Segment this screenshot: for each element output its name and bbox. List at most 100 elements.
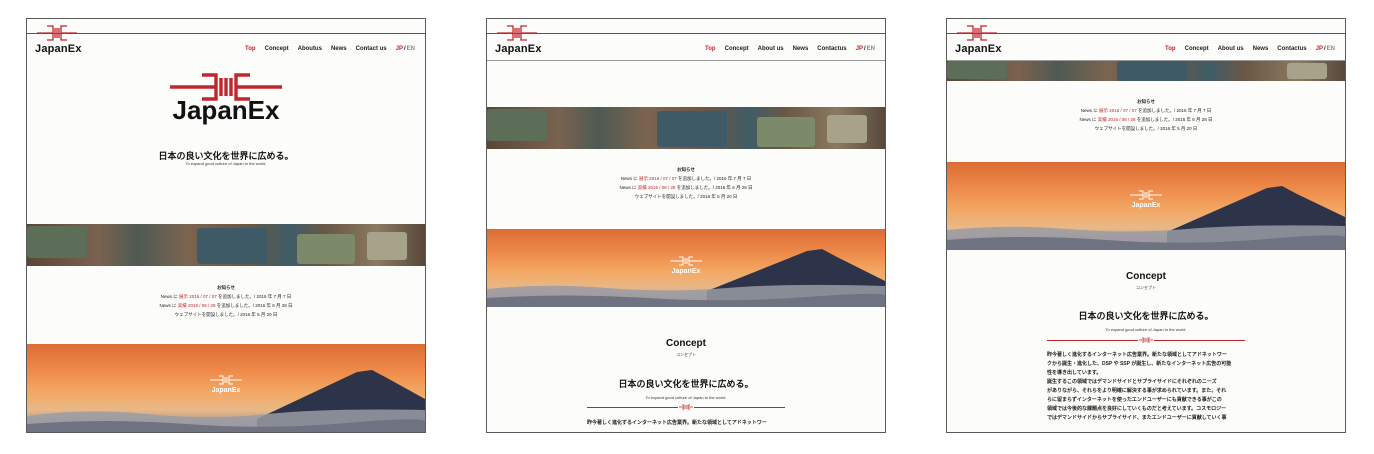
banner-brand: JapanEx [671,268,701,275]
news-item: News に 実績 2016 / 06 / 28 を追加しました。/ 2016 … [27,301,425,310]
lang-separator: / [403,46,406,52]
paragraph-line: 領域では今後的な課題点を良好にしていくものだと考えています。コスモロジー [1047,406,1227,412]
news-item-prefix: News に [619,185,638,190]
news-item-suffix: を追加しました。/ 2016 年 7 月 7 日 [216,294,292,299]
header-rule [487,33,885,34]
lang-en-link[interactable]: EN [407,46,415,52]
lang-jp-link[interactable]: JP [396,46,403,52]
nav-news[interactable]: News [793,46,809,52]
nav-about[interactable]: About us [1218,46,1244,52]
concept-tagline-jp: 日本の良い文化を世界に広める。 [1078,312,1214,322]
nav-about[interactable]: Aboutus [298,46,322,52]
concept-paragraph: 昨今著しく進化するインターネット広告業界。新たな領域としてアドネットワー [587,420,767,426]
nav-news[interactable]: News [1253,46,1269,52]
concept-subtitle: コンセプト [1136,285,1156,290]
ceramics-photo [487,107,885,149]
language-switch: JP / EN [856,46,875,52]
language-switch: JP / EN [1316,46,1335,52]
brand-logo-text[interactable]: JapanEx [35,43,82,55]
news-heading: お知らせ [217,285,235,290]
lang-separator: / [1323,46,1326,52]
banner-logo-icon [210,375,242,385]
header-rule [947,33,1345,34]
brand-logo-text[interactable]: JapanEx [495,43,542,55]
news-item-text: ウェブサイトを開設しました。/ 2016 年 5 月 20 日 [634,194,738,199]
nav-news[interactable]: News [331,46,347,52]
news-heading: お知らせ [1137,99,1155,104]
brand-logo-text[interactable]: JapanEx [955,43,1002,55]
nav-about[interactable]: About us [758,46,784,52]
main-nav: Top Concept Aboutus News Contact us JP / E… [245,46,415,52]
ceramics-photo [27,224,425,266]
site-header: JapanEx Top Concept About us News Contac… [947,19,1345,61]
concept-paragraph: 昨今著しく進化するインターネット広告業界。新たな領域としてアドネットワー クから… [1047,351,1267,423]
lang-jp-link[interactable]: JP [1316,46,1323,52]
nav-contact[interactable]: Contact us [356,46,387,52]
screenshot-frame-scrolled: JapanEx Top Concept About us News Contac… [486,18,886,433]
news-item: News に 展示 2016 / 07 / 07 を追加しました。/ 2016 … [487,174,885,183]
header-rule [27,33,425,34]
news-item: ウェブサイトを開設しました。/ 2016 年 5 月 20 日 [947,124,1345,133]
news-item-suffix: を追加しました。/ 2016 年 6 月 28 日 [1135,117,1213,122]
news-item: News に 展示 2016 / 07 / 07 を追加しました。/ 2016 … [27,292,425,301]
nav-contact[interactable]: Contactus [1277,46,1306,52]
hero-brand-title: JapanEx [172,95,280,125]
concept-tagline-jp: 日本の良い文化を世界に広める。 [618,380,754,390]
paragraph-line: がありながら、それらをより明確に解決する事が求められています。また、それ [1047,388,1227,394]
nav-concept[interactable]: Concept [1185,46,1209,52]
lang-en-link[interactable]: EN [1327,46,1335,52]
banner-brand: JapanEx [1131,202,1161,209]
divider-logo-icon [1138,337,1154,343]
paragraph-line: クから誕生・進化した、DSP や SSP が誕生し、新たなインターネット広告の可… [1047,361,1232,367]
lang-jp-link[interactable]: JP [856,46,863,52]
paragraph-line: ではデマンドサイドからサプライサイド、またエンドユーザーに貢献していく事 [1047,415,1227,421]
nav-contact[interactable]: Contactus [817,46,846,52]
news-item-link[interactable]: 実績 2016 / 06 / 28 [178,303,216,308]
news-item-prefix: News に [159,303,178,308]
concept-title: Concept [1126,271,1166,282]
nav-top[interactable]: Top [1165,46,1176,52]
news-item-prefix: News に [1079,117,1098,122]
news-item-link[interactable]: 実績 2016 / 06 / 28 [638,185,676,190]
news-item-suffix: を追加しました。/ 2016 年 6 月 28 日 [675,185,753,190]
paragraph-line: 性を導き出しています。 [1047,370,1102,376]
news-item-text: ウェブサイトを開設しました。/ 2016 年 5 月 20 日 [1094,126,1198,131]
fuji-banner: JapanEx [27,344,425,432]
main-nav: Top Concept About us News Contactus JP / E… [705,46,875,52]
news-list: お知らせ News に 展示 2016 / 07 / 07 を追加しました。/ … [487,165,885,201]
news-item: News に 実績 2016 / 06 / 28 を追加しました。/ 2016 … [947,115,1345,124]
lang-separator: / [863,46,866,52]
news-item-prefix: News に [1080,108,1099,113]
news-item-prefix: News に [620,176,639,181]
divider-logo-icon [678,404,694,410]
nav-concept[interactable]: Concept [725,46,749,52]
news-item: News に 実績 2016 / 06 / 28 を追加しました。/ 2016 … [487,183,885,192]
nav-top[interactable]: Top [245,46,256,52]
news-item-suffix: を追加しました。/ 2016 年 7 月 7 日 [1136,108,1212,113]
news-item-link[interactable]: 展示 2016 / 07 / 07 [639,176,677,181]
logo-icon[interactable] [495,22,539,42]
news-list: お知らせ News に 展示 2016 / 07 / 07 を追加しました。/ … [947,97,1345,133]
news-heading: お知らせ [677,167,695,172]
news-item: ウェブサイトを開設しました。/ 2016 年 5 月 20 日 [27,310,425,319]
news-list: お知らせ News に 展示 2016 / 07 / 07 を追加しました。/ … [27,283,425,319]
banner-logo-icon [670,256,702,266]
nav-top[interactable]: Top [705,46,716,52]
concept-tagline-en: To expand good culture of Japan to the w… [1105,327,1187,332]
paragraph-line: 誕生するこの領域ではデマンドサイドとサプライサイドにそれぞれのニーズ [1047,379,1217,385]
logo-icon[interactable] [35,22,79,42]
news-item-link[interactable]: 実績 2016 / 06 / 28 [1098,117,1136,122]
site-header: JapanEx Top Concept Aboutus News Contact… [27,19,425,61]
nav-concept[interactable]: Concept [265,46,289,52]
banner-brand: JapanEx [211,387,241,394]
main-nav: Top Concept About us News Contactus JP / E… [1165,46,1335,52]
news-item-text: ウェブサイトを開設しました。/ 2016 年 5 月 20 日 [174,312,278,317]
lang-en-link[interactable]: EN [867,46,875,52]
screenshot-frame-concept: JapanEx Top Concept About us News Contac… [946,18,1346,433]
language-switch: JP / EN [396,46,415,52]
news-item-link[interactable]: 展示 2016 / 07 / 07 [179,294,217,299]
hero-tagline-en: To expand good culture of Japan to the w… [185,161,267,166]
news-item-link[interactable]: 展示 2016 / 07 / 07 [1099,108,1137,113]
paragraph-line: らに留まらずインターネットを使ったエンドユーザーにも貢献できる事がこの [1047,397,1222,403]
logo-icon[interactable] [955,22,999,42]
